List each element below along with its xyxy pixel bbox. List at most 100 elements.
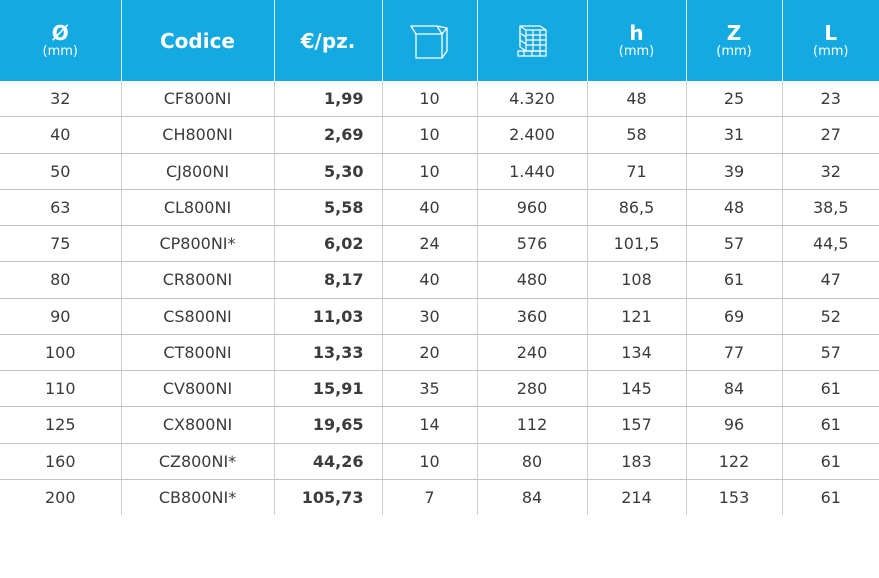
cell-pallet-qty: 80 [476,443,587,480]
cell-box-qty: 10 [381,81,477,118]
cell-height: 71 [586,153,686,190]
cell-height: 134 [586,334,686,372]
cell-diameter: 40 [0,116,121,154]
cell-z: 39 [685,153,782,190]
cell-code: CP800NI* [120,225,274,263]
table-row: 75 CP800NI* 6,02 24 576 101,5 57 44,5 [0,225,879,263]
cell-box-qty: 30 [381,298,477,335]
cell-box-qty: 20 [381,334,477,372]
cell-pallet-qty: 84 [476,479,587,515]
cell-diameter: 110 [0,370,121,408]
cell-price: 44,26 [273,443,382,480]
cell-pallet-qty: 480 [476,261,587,299]
table-row: 100 CT800NI 13,33 20 240 134 77 57 [0,334,879,372]
table-row: 200 CB800NI* 105,73 7 84 214 153 61 [0,479,879,515]
cell-height: 214 [586,479,686,515]
header-diameter-unit: (mm) [42,43,78,59]
table-row: 50 CJ800NI 5,30 10 1.440 71 39 32 [0,153,879,190]
pallet-icon [517,24,547,57]
cell-box-qty: 10 [381,153,477,190]
cell-price: 11,03 [273,298,382,335]
cell-l: 47 [781,261,879,299]
header-row: Ø (mm) Codice €/pz. h (mm) Z (mm) L (mm) [0,0,879,81]
header-pallet-qty [476,0,587,81]
cell-z: 96 [685,406,782,444]
cell-diameter: 50 [0,153,121,190]
header-height: h (mm) [586,0,686,81]
cell-pallet-qty: 280 [476,370,587,408]
cell-diameter: 80 [0,261,121,299]
cell-diameter: 63 [0,189,121,227]
header-z: Z (mm) [685,0,782,81]
cell-z: 61 [685,261,782,299]
cell-pallet-qty: 360 [476,298,587,335]
cell-z: 57 [685,225,782,263]
cell-code: CJ800NI [120,153,274,190]
cell-box-qty: 14 [381,406,477,444]
table-row: 90 CS800NI 11,03 30 360 121 69 52 [0,298,879,335]
header-code-label: Codice [159,28,235,53]
cell-pallet-qty: 240 [476,334,587,372]
table-row: 80 CR800NI 8,17 40 480 108 61 47 [0,261,879,299]
cell-price: 15,91 [273,370,382,408]
cell-z: 153 [685,479,782,515]
cell-price: 5,30 [273,153,382,190]
cell-box-qty: 7 [381,479,477,515]
cell-z: 122 [685,443,782,480]
cell-z: 25 [685,81,782,118]
cell-l: 52 [781,298,879,335]
cell-l: 61 [781,406,879,444]
cell-price: 13,33 [273,334,382,372]
cell-pallet-qty: 960 [476,189,587,227]
cell-l: 57 [781,334,879,372]
cell-diameter: 125 [0,406,121,444]
header-z-unit: (mm) [716,43,752,59]
cell-code: CV800NI [120,370,274,408]
cell-z: 31 [685,116,782,154]
table-row: 160 CZ800NI* 44,26 10 80 183 122 61 [0,443,879,480]
cell-price: 5,58 [273,189,382,227]
header-l-unit: (mm) [813,43,849,59]
cell-price: 8,17 [273,261,382,299]
cell-pallet-qty: 576 [476,225,587,263]
header-l: L (mm) [781,0,879,81]
cell-l: 61 [781,479,879,515]
cell-height: 58 [586,116,686,154]
cell-z: 77 [685,334,782,372]
cell-code: CX800NI [120,406,274,444]
table-row: 40 CH800NI 2,69 10 2.400 58 31 27 [0,116,879,154]
cell-code: CT800NI [120,334,274,372]
cell-height: 86,5 [586,189,686,227]
product-table: Ø (mm) Codice €/pz. h (mm) Z (mm) L (mm)… [0,0,879,515]
header-z-label: Z [726,20,742,45]
cell-diameter: 200 [44,487,76,507]
cell-box-qty: 40 [381,189,477,227]
header-height-label: h [629,20,644,45]
cell-z: 84 [685,370,782,408]
cell-height: 157 [586,406,686,444]
cell-code: CR800NI [120,261,274,299]
header-price: €/pz. [273,0,382,81]
cell-height: 48 [586,81,686,118]
box-icon [409,24,448,59]
cell-diameter: 90 [0,298,121,335]
cell-height: 121 [586,298,686,335]
header-code: Codice [120,0,274,81]
table-row: 63 CL800NI 5,58 40 960 86,5 48 38,5 [0,189,879,227]
cell-l: 23 [781,81,879,118]
cell-price: 2,69 [273,116,382,154]
cell-pallet-qty: 1.440 [476,153,587,190]
cell-height: 145 [586,370,686,408]
header-diameter-label: Ø [51,20,69,45]
cell-pallet-qty: 112 [476,406,587,444]
cell-price: 105,73 [273,479,382,515]
cell-code: CL800NI [120,189,274,227]
header-price-label: €/pz. [300,28,356,53]
cell-diameter: 32 [0,81,121,118]
cell-code: CH800NI [120,116,274,154]
table-row: 32 CF800NI 1,99 10 4.320 48 25 23 [0,81,879,118]
cell-price: 6,02 [273,225,382,263]
cell-height: 183 [586,443,686,480]
cell-price: 1,99 [273,81,382,118]
cell-l: 38,5 [781,189,879,227]
